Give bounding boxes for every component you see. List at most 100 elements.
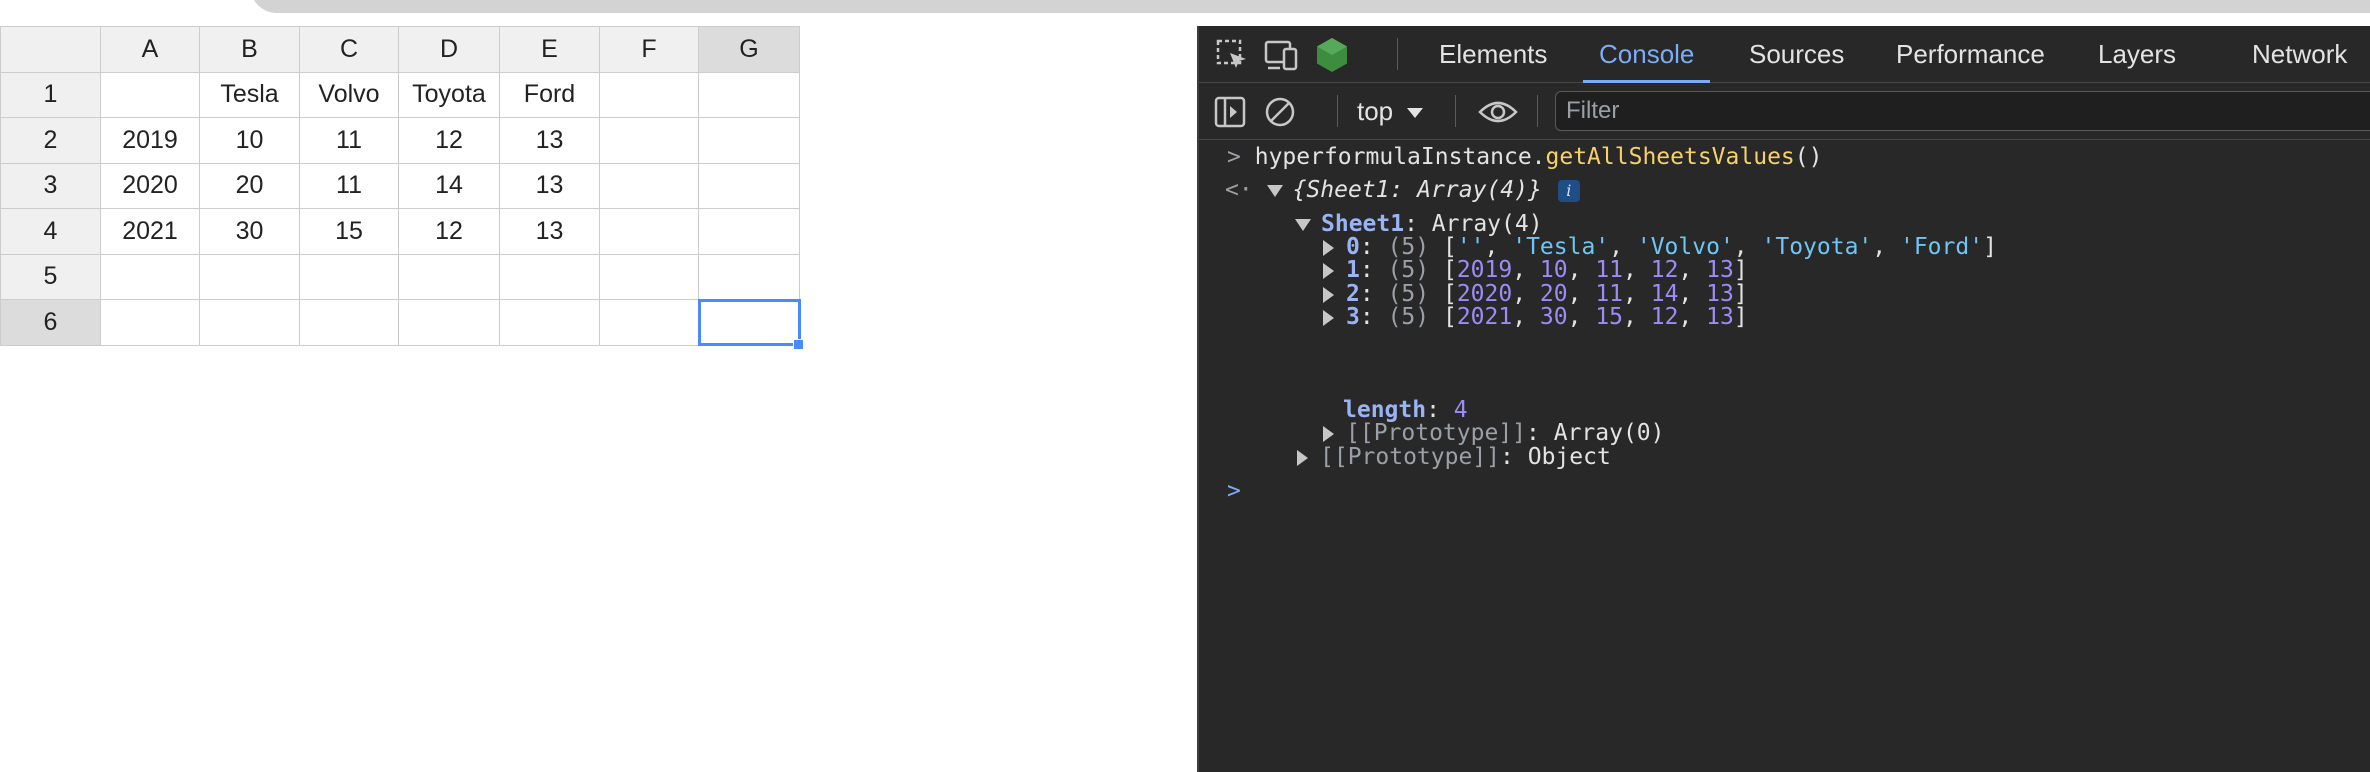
entry-value: 'Toyota': [1761, 234, 1873, 260]
console-filter-input[interactable]: [1555, 91, 2370, 131]
row-header-5[interactable]: 5: [0, 253, 101, 300]
info-icon[interactable]: i: [1557, 179, 1580, 202]
console-output: > hyperformulaInstance.getAllSheetsValue…: [1199, 140, 2370, 772]
cell-c6[interactable]: [299, 299, 399, 346]
tab-sources[interactable]: Sources: [1749, 26, 1844, 82]
devtools-tab-bar: Elements Console Sources Performance Lay…: [1199, 26, 2370, 83]
cell-d6[interactable]: [398, 299, 500, 346]
cell-a6[interactable]: [100, 299, 200, 346]
cell-e2[interactable]: 13: [499, 117, 600, 164]
cell-a5[interactable]: [100, 253, 200, 300]
row-header-4[interactable]: 4: [0, 208, 101, 255]
console-result-line[interactable]: <· {Sheet1: Array(4)} i: [1225, 173, 1580, 207]
cell-g4[interactable]: [698, 208, 800, 255]
array-entry-3[interactable]: 3: (5) [2021, 30, 15, 12, 13]: [1323, 300, 1748, 334]
row-header-2[interactable]: 2: [0, 117, 101, 164]
toolbar-divider: [1397, 38, 1398, 70]
tab-elements[interactable]: Elements: [1439, 26, 1547, 82]
cell-d5[interactable]: [398, 253, 500, 300]
cell-f2[interactable]: [599, 117, 699, 164]
tab-layers[interactable]: Layers: [2098, 26, 2176, 82]
cell-d4[interactable]: 12: [398, 208, 500, 255]
cell-f3[interactable]: [599, 162, 699, 209]
cell-b3[interactable]: 20: [199, 162, 300, 209]
cell-c5[interactable]: [299, 253, 399, 300]
cell-f6[interactable]: [599, 299, 699, 346]
live-expression-eye-icon[interactable]: [1475, 93, 1521, 131]
select-all-corner[interactable]: [0, 26, 101, 73]
spreadsheet-grid: A B C D E F G 1 Tesla Volvo Toyota Ford 2 2019 10 11 12 1…: [0, 26, 804, 350]
input-prompt-icon: >: [1227, 478, 1241, 504]
entry-value: 12: [1650, 304, 1679, 330]
cell-g6[interactable]: [697, 298, 804, 350]
column-header-b[interactable]: B: [199, 26, 300, 73]
cell-e3[interactable]: 13: [499, 162, 600, 209]
cell-a1[interactable]: [100, 71, 200, 118]
cell-a4[interactable]: 2021: [100, 208, 200, 255]
row-header-3[interactable]: 3: [0, 162, 101, 209]
extension-hexagon-icon[interactable]: [1313, 36, 1351, 74]
column-header-e[interactable]: E: [499, 26, 600, 73]
cell-g3[interactable]: [698, 162, 800, 209]
cell-b6[interactable]: [199, 299, 300, 346]
expand-down-icon[interactable]: [1295, 218, 1311, 231]
console-toolbar: top: [1199, 83, 2370, 140]
row-header-1[interactable]: 1: [0, 71, 101, 118]
table-row: 5: [0, 253, 800, 300]
expand-down-icon[interactable]: [1266, 184, 1283, 197]
cell-e6[interactable]: [499, 299, 600, 346]
inspect-element-icon[interactable]: [1213, 36, 1251, 74]
cell-b4[interactable]: 30: [199, 208, 300, 255]
table-row: 4 2021 30 15 12 13: [0, 208, 800, 255]
prompt-chevron-icon: >: [1227, 144, 1241, 170]
sidebar-toggle-icon[interactable]: [1211, 93, 1249, 131]
cell-d2[interactable]: 12: [398, 117, 500, 164]
clear-console-icon[interactable]: [1261, 93, 1299, 131]
column-header-d[interactable]: D: [398, 26, 500, 73]
column-header-f[interactable]: F: [599, 26, 699, 73]
command-method: getAllSheetsValues: [1545, 144, 1795, 170]
cell-g2[interactable]: [698, 117, 800, 164]
expand-right-icon[interactable]: [1297, 449, 1308, 466]
context-selector[interactable]: top: [1357, 93, 1424, 129]
cell-c4[interactable]: 15: [299, 208, 399, 255]
spreadsheet: A B C D E F G 1 Tesla Volvo Toyota Ford 2 2019 10 11 12 1…: [0, 26, 804, 350]
expand-right-icon[interactable]: [1323, 309, 1334, 326]
cell-f5[interactable]: [599, 253, 699, 300]
entry-value: 15: [1595, 304, 1624, 330]
cell-c2[interactable]: 11: [299, 117, 399, 164]
cell-e1[interactable]: Ford: [499, 71, 600, 118]
cell-g1[interactable]: [698, 71, 800, 118]
cell-e5[interactable]: [499, 253, 600, 300]
cell-e4[interactable]: 13: [499, 208, 600, 255]
cell-b2[interactable]: 10: [199, 117, 300, 164]
cell-c3[interactable]: 11: [299, 162, 399, 209]
fill-handle[interactable]: [793, 338, 804, 350]
entry-value: 2021: [1456, 304, 1513, 330]
tab-console[interactable]: Console: [1582, 26, 1711, 83]
cell-c1[interactable]: Volvo: [299, 71, 399, 118]
device-toolbar-icon[interactable]: [1263, 36, 1301, 74]
cell-b1[interactable]: Tesla: [199, 71, 300, 118]
object-prototype-node[interactable]: [[Prototype]]: Object: [1297, 440, 1611, 474]
cell-d3[interactable]: 14: [398, 162, 500, 209]
cell-a3[interactable]: 2020: [100, 162, 200, 209]
object-prototype-value: Object: [1527, 444, 1611, 470]
console-input-line[interactable]: >: [1227, 474, 1241, 508]
entry-value: 30: [1539, 304, 1568, 330]
column-header-a[interactable]: A: [100, 26, 200, 73]
console-command-line: > hyperformulaInstance.getAllSheetsValue…: [1227, 140, 1822, 174]
row-header-6[interactable]: 6: [0, 299, 101, 346]
column-header-row: ABCDEFG: [0, 26, 800, 73]
cell-f1[interactable]: [599, 71, 699, 118]
cell-b5[interactable]: [199, 253, 300, 300]
column-header-g[interactable]: G: [698, 26, 800, 73]
column-header-c[interactable]: C: [299, 26, 399, 73]
cell-a2[interactable]: 2019: [100, 117, 200, 164]
tab-network[interactable]: Network: [2252, 26, 2347, 82]
tab-performance[interactable]: Performance: [1896, 26, 2045, 82]
cell-d1[interactable]: Toyota: [398, 71, 500, 118]
context-selector-label: top: [1357, 96, 1394, 126]
cell-g5[interactable]: [698, 253, 800, 300]
cell-f4[interactable]: [599, 208, 699, 255]
